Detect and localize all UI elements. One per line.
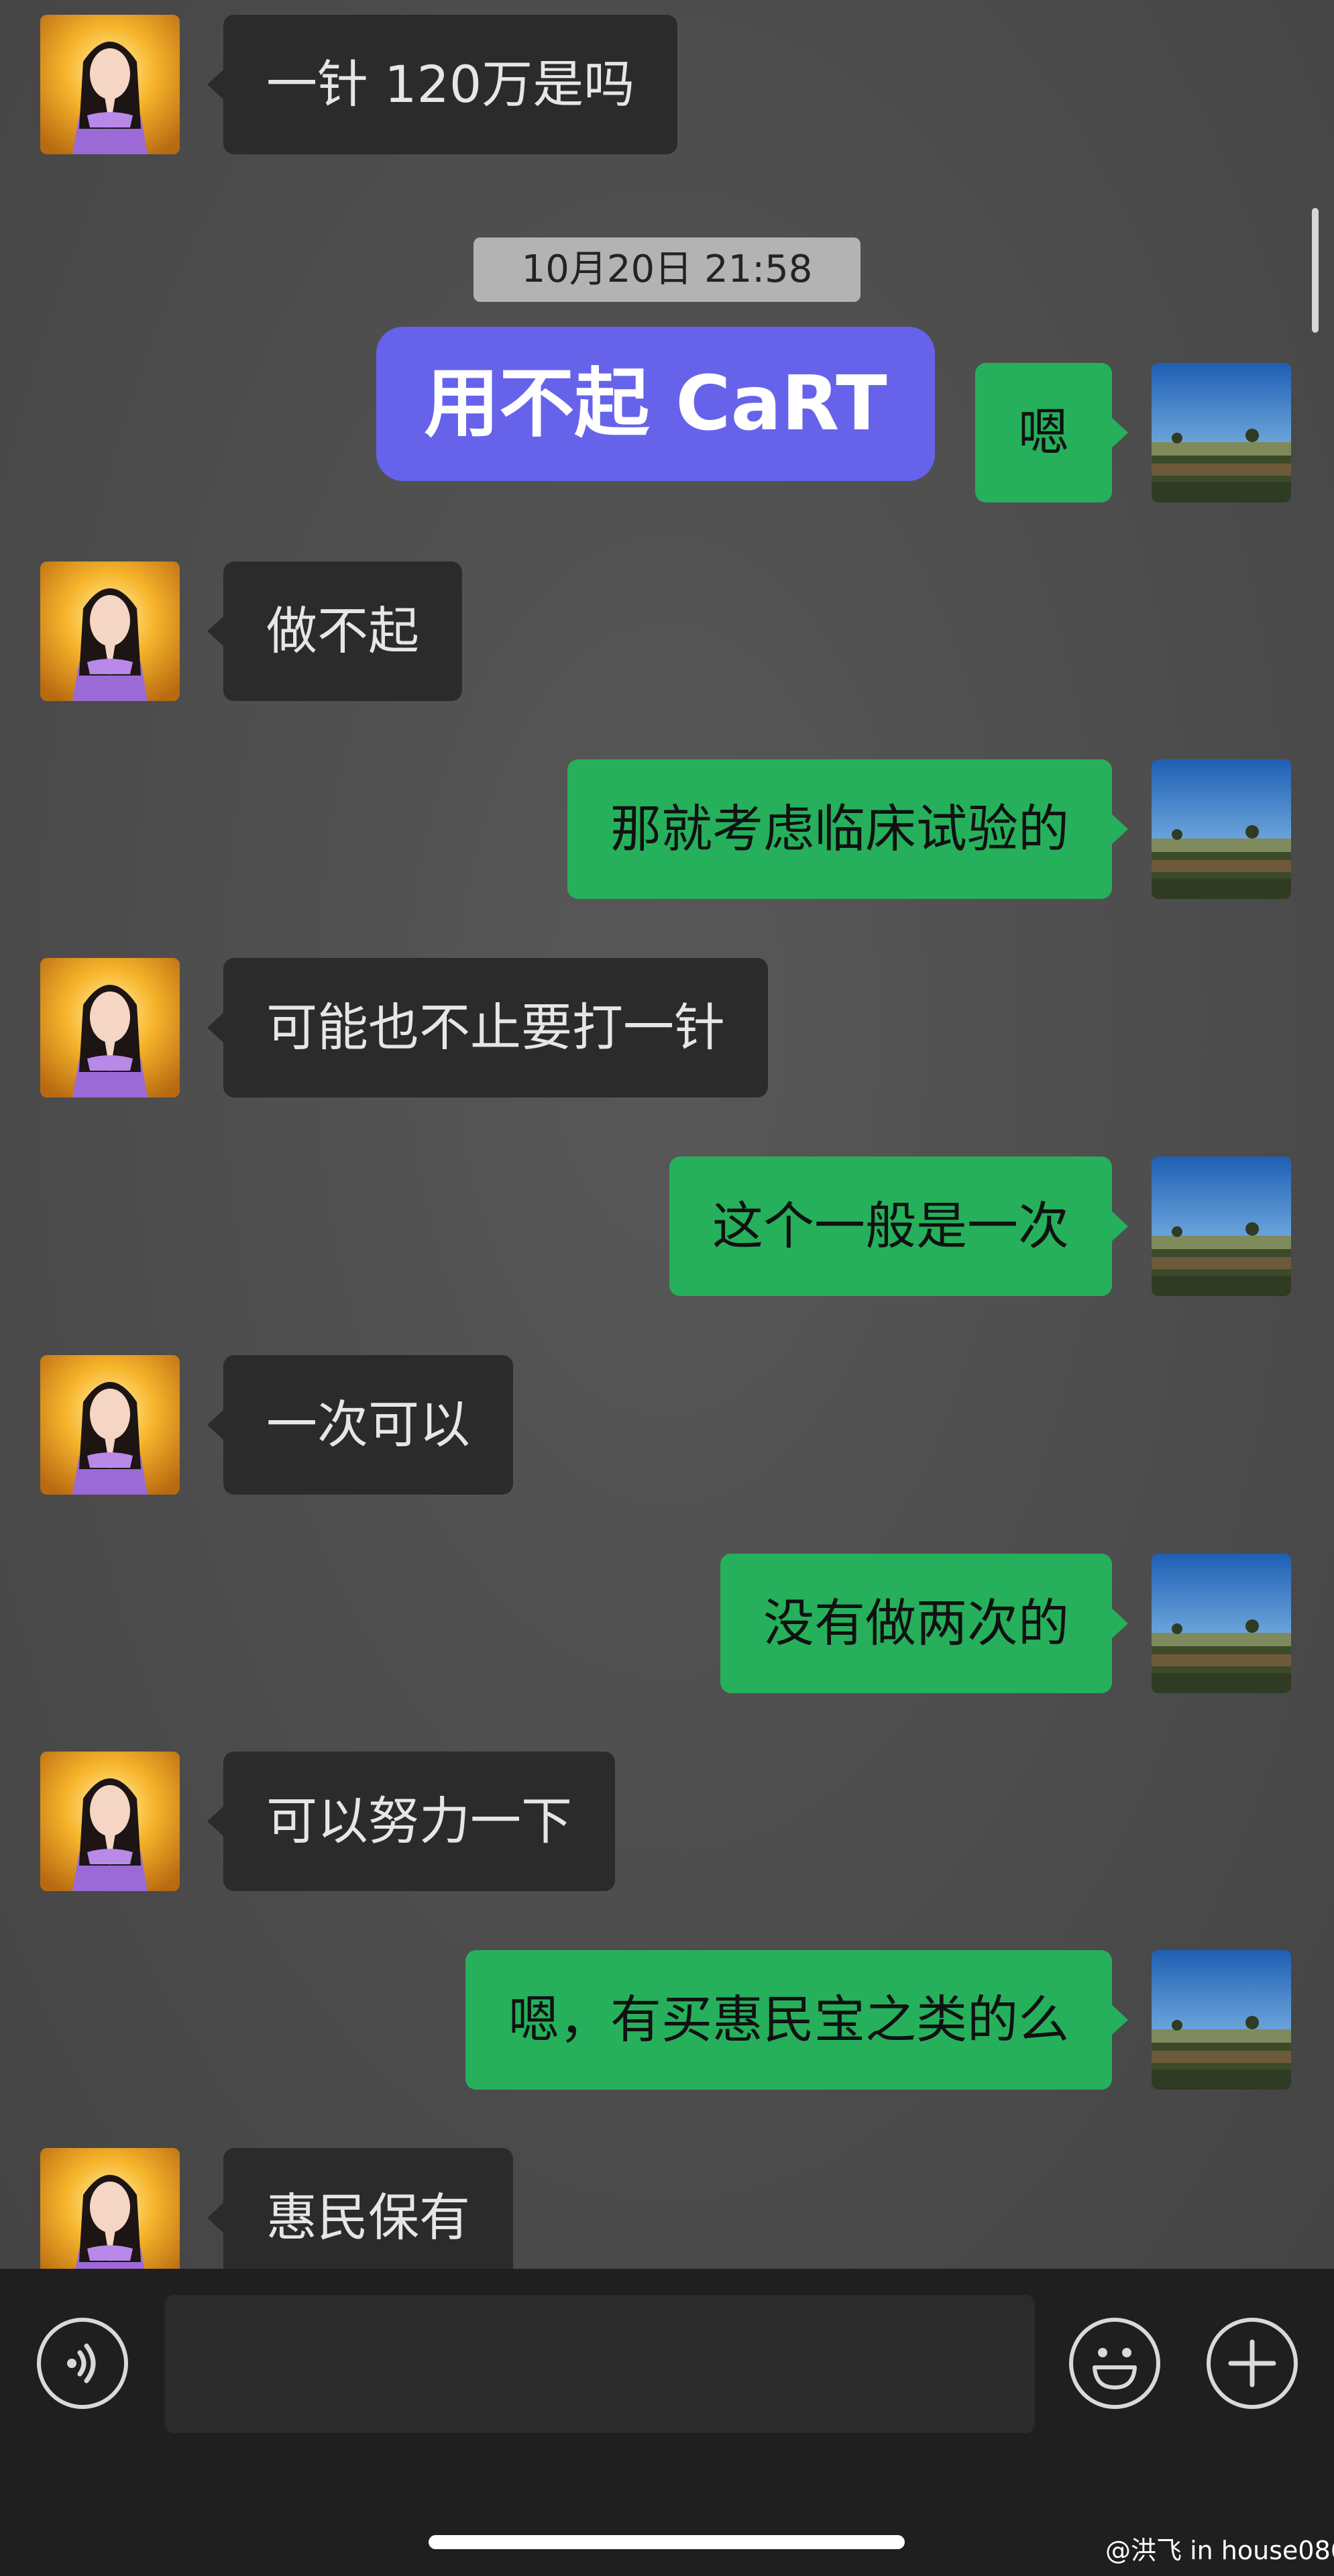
emoji-icon[interactable]: [1069, 2318, 1160, 2409]
incoming-message-bubble[interactable]: 可能也不止要打一针: [207, 958, 768, 1097]
user-avatar[interactable]: [1152, 1157, 1291, 1296]
contact-avatar[interactable]: [40, 15, 180, 154]
incoming-message-bubble[interactable]: 做不起: [207, 561, 462, 701]
incoming-message-bubble[interactable]: 一次可以: [207, 1355, 513, 1495]
incoming-message-bubble[interactable]: 惠民保有: [207, 2148, 513, 2269]
home-indicator[interactable]: [429, 2535, 905, 2549]
scrollbar[interactable]: [1312, 208, 1319, 333]
incoming-message-bubble[interactable]: 可以努力一下: [207, 1752, 615, 1891]
message-input[interactable]: [165, 2295, 1035, 2433]
outgoing-message-bubble[interactable]: 那就考虑临床试验的: [567, 759, 1128, 899]
user-avatar[interactable]: [1152, 363, 1291, 502]
outgoing-message-bubble[interactable]: 没有做两次的: [720, 1554, 1128, 1693]
timestamp: 10月20日 21:58: [474, 237, 860, 302]
plus-icon[interactable]: [1207, 2318, 1298, 2409]
voice-icon[interactable]: [37, 2318, 128, 2409]
outgoing-message-bubble[interactable]: 嗯: [975, 363, 1128, 502]
outgoing-message-bubble[interactable]: 嗯，有买惠民宝之类的么: [465, 1950, 1128, 2090]
contact-avatar[interactable]: [40, 2148, 180, 2269]
watermark: @洪飞 in house086: [1105, 2536, 1334, 2565]
incoming-message-bubble[interactable]: 一针 120万是吗: [207, 15, 678, 154]
contact-avatar[interactable]: [40, 1355, 180, 1495]
contact-avatar[interactable]: [40, 958, 180, 1097]
chat-area[interactable]: 一针 120万是吗 10月20日 21:58 用不起 CaRT 嗯 做不起 那就…: [0, 0, 1334, 2269]
user-avatar[interactable]: [1152, 1950, 1291, 2090]
contact-avatar[interactable]: [40, 561, 180, 701]
sticker-message[interactable]: 用不起 CaRT: [376, 327, 935, 481]
user-avatar[interactable]: [1152, 759, 1291, 899]
outgoing-message-bubble[interactable]: 这个一般是一次: [669, 1157, 1128, 1296]
user-avatar[interactable]: [1152, 1554, 1291, 1693]
contact-avatar[interactable]: [40, 1752, 180, 1891]
